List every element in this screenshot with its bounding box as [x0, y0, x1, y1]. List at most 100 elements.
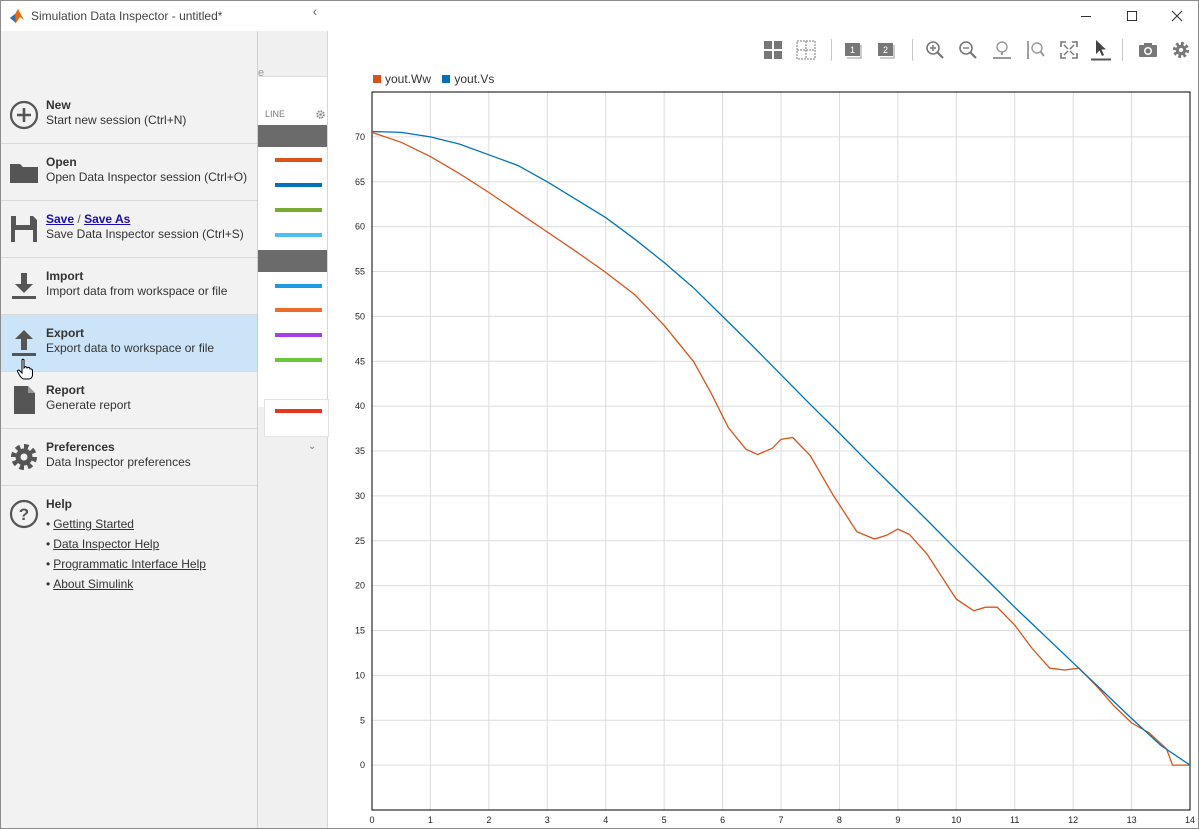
- table-row[interactable]: [264, 399, 329, 437]
- line-color-swatch[interactable]: [275, 409, 322, 413]
- y-tick-label: 60: [355, 222, 365, 232]
- line-color-swatch[interactable]: [275, 208, 322, 212]
- gear-icon: [11, 444, 37, 470]
- menu-item-new[interactable]: New Start new session (Ctrl+N): [1, 87, 257, 144]
- legend-swatch: [373, 75, 381, 83]
- run-group-header[interactable]: [258, 250, 327, 272]
- help-title: Help: [46, 497, 73, 511]
- y-tick-label: 30: [355, 491, 365, 501]
- file-menu: New Start new session (Ctrl+N) Open Open…: [1, 87, 257, 606]
- save-link[interactable]: Save: [46, 212, 74, 226]
- close-button[interactable]: [1154, 1, 1198, 31]
- menu-item-report[interactable]: Report Generate report: [1, 372, 257, 429]
- x-tick-label: 1: [428, 815, 433, 825]
- save-as-link[interactable]: Save As: [84, 212, 130, 226]
- x-tick-label: 6: [720, 815, 725, 825]
- legend-swatch: [442, 75, 451, 83]
- hand-pointer-cursor-icon: [16, 358, 33, 380]
- help-link-item: • About Simulink: [46, 577, 134, 591]
- legend-item[interactable]: yout.Ww: [373, 72, 431, 86]
- legend-label: yout.Ww: [385, 72, 432, 86]
- matlab-logo-icon: [10, 9, 24, 23]
- legend-label: yout.Vs: [454, 72, 495, 86]
- help-question-icon: ?: [9, 499, 39, 529]
- plot-2-button[interactable]: 2: [875, 39, 897, 61]
- getting-started-link[interactable]: Getting Started: [53, 517, 134, 531]
- menu-item-save: Save / Save As Save Data Inspector sessi…: [1, 201, 257, 258]
- plot-1-button[interactable]: 1: [842, 39, 864, 61]
- snapshot-button[interactable]: [1137, 39, 1159, 61]
- layout-grid-button[interactable]: [762, 39, 784, 61]
- menu-item-export[interactable]: Export Export data to workspace or file: [1, 315, 257, 372]
- layout-grid-icon: [764, 41, 782, 59]
- plot-2-icon: 2: [878, 43, 895, 59]
- signal-plot[interactable]: 0 1 2 3 4 5 6 7 8 9 10 11 12 13 1405101520253035404550…: [331, 86, 1197, 828]
- line-color-swatch[interactable]: [275, 333, 322, 337]
- svg-text:2: 2: [883, 45, 888, 55]
- column-gear-icon[interactable]: [315, 109, 326, 120]
- application-window: Simulation Data Inspector - untitled* ‹ …: [0, 0, 1199, 829]
- zoom-in-button[interactable]: [924, 39, 946, 61]
- y-tick-label: 55: [355, 267, 365, 277]
- minimize-button[interactable]: [1063, 1, 1109, 31]
- fit-to-view-button[interactable]: [1058, 39, 1080, 61]
- data-inspector-help-link[interactable]: Data Inspector Help: [53, 537, 159, 551]
- settings-button[interactable]: [1170, 39, 1192, 61]
- minimize-icon: [1081, 16, 1091, 17]
- cursor-button[interactable]: [1090, 39, 1112, 61]
- menu-item-title: Report: [46, 383, 85, 397]
- settings-gear-icon: [1172, 41, 1190, 59]
- window-title: Simulation Data Inspector - untitled*: [31, 9, 223, 23]
- x-tick-label: 7: [778, 815, 783, 825]
- chevron-down-icon[interactable]: ⌄: [308, 441, 316, 452]
- line-color-swatch[interactable]: [275, 183, 322, 187]
- cursor-icon: [1091, 40, 1111, 61]
- menu-item-title: Preferences: [46, 440, 115, 454]
- title-bar: Simulation Data Inspector - untitled*: [1, 1, 1198, 31]
- y-tick-label: 20: [355, 581, 365, 591]
- y-tick-label: 40: [355, 401, 365, 411]
- legend-item[interactable]: yout.Vs: [442, 72, 494, 86]
- menu-item-import[interactable]: Import Import data from workspace or fil…: [1, 258, 257, 315]
- zoom-out-button[interactable]: [957, 39, 979, 61]
- menu-item-subtitle: Import data from workspace or file: [46, 284, 228, 298]
- help-section: ? Help • Getting Started • Data Inspector …: [1, 486, 257, 606]
- line-color-swatch[interactable]: [275, 233, 322, 237]
- line-color-swatch[interactable]: [275, 158, 322, 162]
- zoom-out-icon: [959, 41, 977, 59]
- help-link-item: • Programmatic Interface Help: [46, 557, 206, 571]
- menu-item-open[interactable]: Open Open Data Inspector session (Ctrl+O…: [1, 144, 257, 201]
- x-tick-label: 12: [1068, 815, 1078, 825]
- collapse-chevron-icon[interactable]: ‹: [307, 3, 323, 19]
- help-link-item: • Data Inspector Help: [46, 537, 160, 551]
- maximize-icon: [1127, 11, 1137, 21]
- maximize-button[interactable]: [1109, 1, 1155, 31]
- line-color-swatch[interactable]: [275, 284, 322, 288]
- x-tick-label: 2: [486, 815, 491, 825]
- subplot-grid-icon: [796, 40, 816, 60]
- programmatic-interface-help-link[interactable]: Programmatic Interface Help: [53, 557, 206, 571]
- subplot-grid-button[interactable]: [795, 39, 817, 61]
- x-tick-label: 14: [1185, 815, 1195, 825]
- menu-item-subtitle: Data Inspector preferences: [46, 455, 191, 469]
- line-color-swatch[interactable]: [275, 358, 322, 362]
- line-column-header: LINE: [265, 109, 286, 119]
- run-group-header[interactable]: [258, 125, 327, 147]
- y-tick-label: 25: [355, 536, 365, 546]
- menu-item-subtitle: Save Data Inspector session (Ctrl+S): [46, 227, 244, 241]
- plot-legend: yout.Ww yout.Vs: [373, 72, 502, 86]
- x-tick-label: 4: [603, 815, 608, 825]
- zoom-vertical-button[interactable]: [1025, 39, 1047, 61]
- y-tick-label: 65: [355, 177, 365, 187]
- about-simulink-link[interactable]: About Simulink: [53, 577, 133, 591]
- x-tick-label: 3: [545, 815, 550, 825]
- x-tick-label: 11: [1010, 815, 1019, 825]
- menu-item-subtitle: Open Data Inspector session (Ctrl+O): [46, 170, 248, 184]
- y-tick-label: 10: [355, 670, 365, 680]
- menu-item-preferences[interactable]: Preferences Data Inspector preferences: [1, 429, 257, 486]
- y-tick-label: 0: [360, 760, 365, 770]
- floppy-disk-icon: [11, 216, 37, 242]
- plus-circle-icon: [9, 100, 39, 130]
- zoom-horizontal-button[interactable]: [991, 39, 1013, 61]
- line-color-swatch[interactable]: [275, 308, 322, 312]
